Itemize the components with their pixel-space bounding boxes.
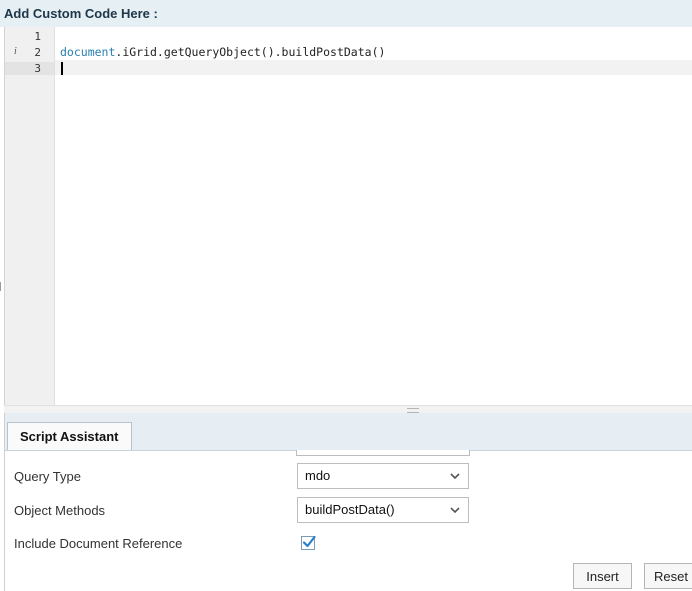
code-keyword: document	[60, 45, 116, 59]
tab-script-assistant[interactable]: Script Assistant	[7, 422, 132, 450]
chevron-down-icon	[450, 464, 460, 497]
tab-strip: Script Assistant	[5, 413, 692, 451]
line-number: 2	[34, 46, 41, 59]
code-text: .iGrid.getQueryObject().buildPostData()	[115, 45, 386, 59]
line-number: 3	[34, 62, 41, 75]
text-cursor	[61, 62, 63, 75]
active-line-highlight	[55, 60, 692, 75]
line-number: 1	[34, 30, 41, 43]
line-number-gutter: 1 2 3 i	[5, 27, 55, 405]
object-methods-value: buildPostData()	[305, 502, 395, 517]
script-assistant-panel: Script Assistant Query Type mdo Object M…	[4, 413, 692, 591]
query-type-value: mdo	[305, 468, 331, 483]
reset-button[interactable]: Reset	[644, 563, 692, 589]
info-icon: i	[14, 46, 17, 57]
include-document-reference-label: Include Document Reference	[14, 536, 183, 551]
checkmark-icon	[302, 535, 316, 548]
hidden-field-edge	[296, 450, 470, 456]
query-type-select[interactable]: mdo	[297, 463, 469, 489]
code-editor[interactable]: 1 2 3 i document.iGrid.getQueryObject().…	[4, 27, 692, 405]
page-title: Add Custom Code Here :	[0, 0, 692, 27]
code-line[interactable]: document.iGrid.getQueryObject().buildPos…	[60, 45, 385, 60]
chevron-down-icon	[450, 498, 460, 531]
query-type-label: Query Type	[14, 469, 81, 484]
include-document-reference-checkbox[interactable]	[301, 535, 316, 550]
line-number-active: 3	[5, 62, 54, 75]
object-methods-label: Object Methods	[14, 503, 106, 518]
insert-button[interactable]: Insert	[573, 563, 632, 589]
object-methods-select[interactable]: buildPostData()	[297, 497, 469, 523]
resize-marker	[0, 282, 1, 291]
